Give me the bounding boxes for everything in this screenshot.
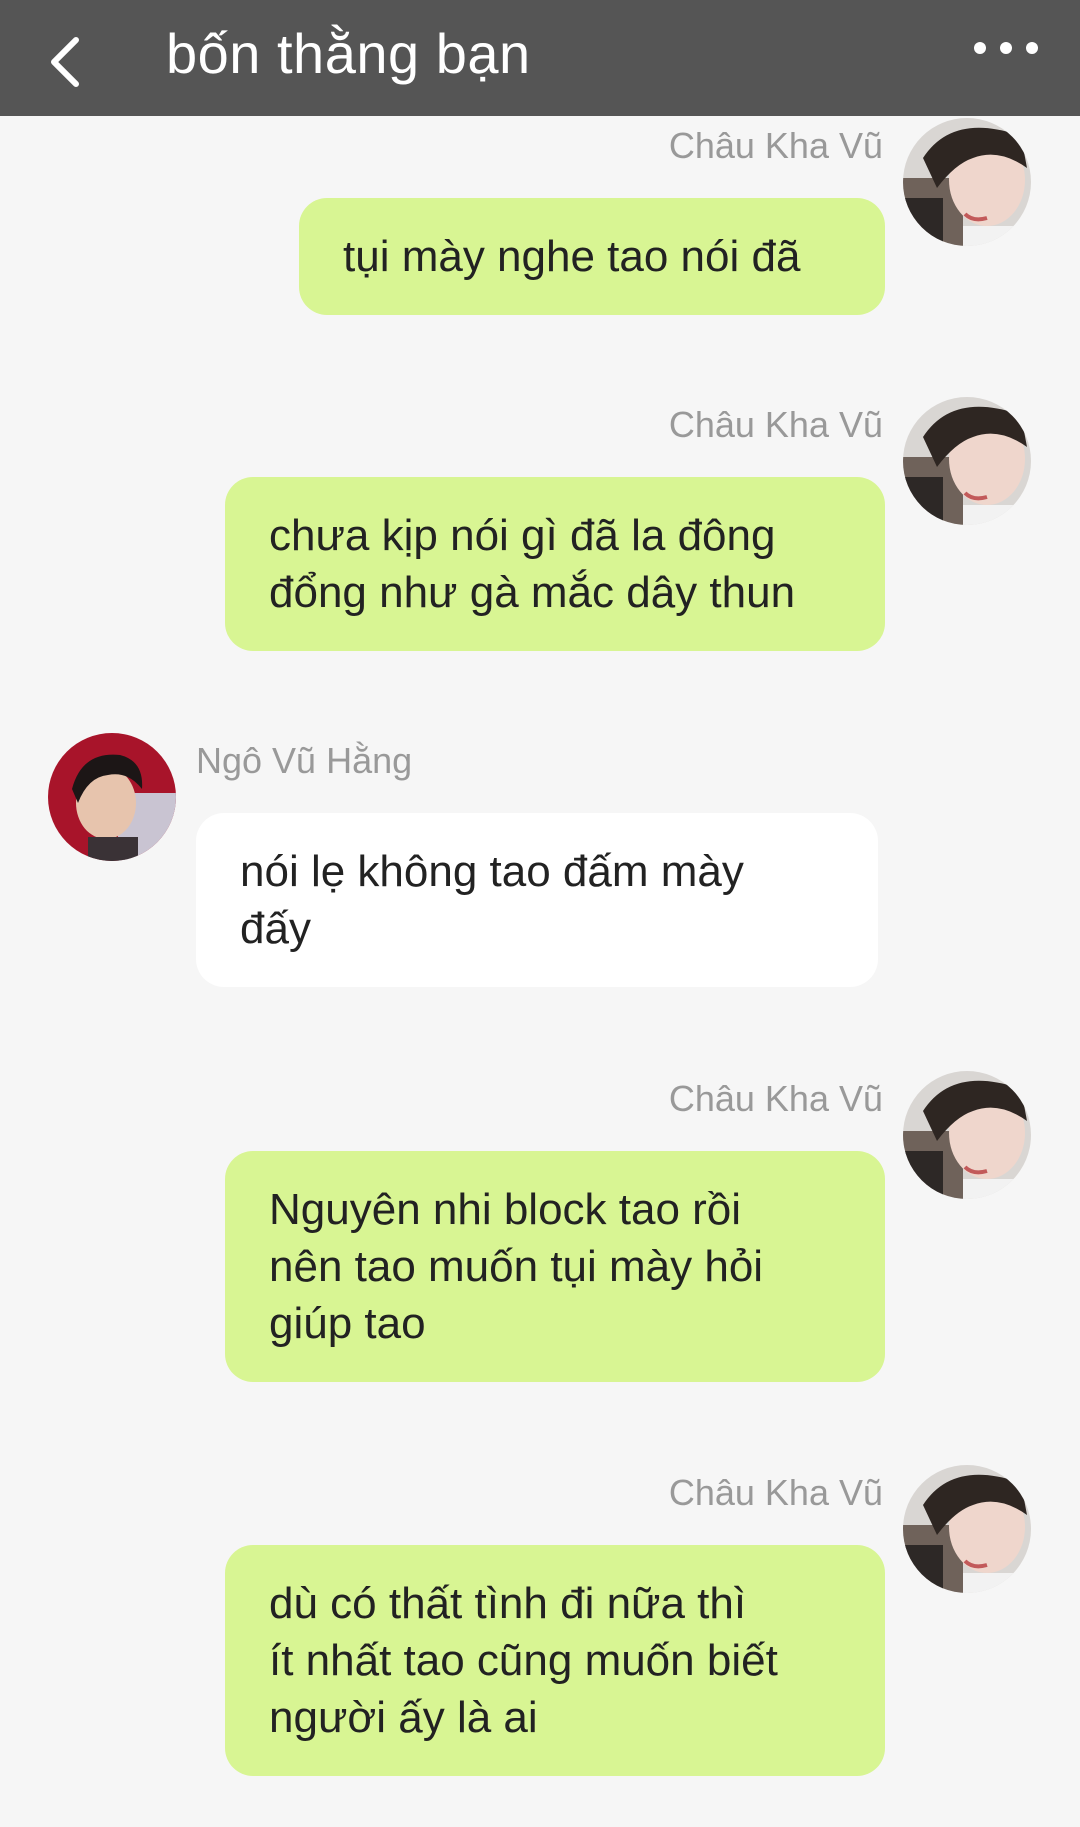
chevron-left-icon	[51, 37, 79, 87]
message-text-line: Nguyên nhi block tao rồi	[269, 1185, 742, 1234]
sender-name: Châu Kha Vũ	[668, 1078, 883, 1119]
message-text-line: tụi mày nghe tao nói đã	[343, 232, 801, 281]
avatar[interactable]	[48, 733, 176, 861]
avatar[interactable]	[903, 118, 1031, 246]
message-bubble[interactable]: nói lẹ không tao đấm mày đấy	[196, 813, 878, 987]
message-text-line: ít nhất tao cũng muốn biết	[269, 1636, 778, 1685]
sender-name: Châu Kha Vũ	[668, 1472, 883, 1513]
message-bubble[interactable]: Nguyên nhi block tao rồi nên tao muốn tụ…	[225, 1151, 885, 1382]
chat-header: bốn thằng bạn	[0, 0, 1080, 116]
message-text-line: đấy	[240, 904, 311, 953]
sender-name: Ngô Vũ Hằng	[196, 740, 413, 781]
message-text-line: người ấy là ai	[269, 1693, 538, 1742]
more-options-button[interactable]	[966, 28, 1046, 88]
avatar[interactable]	[903, 1071, 1031, 1199]
message-text-line: chưa kịp nói gì đã la đông	[269, 511, 776, 560]
message-text-line: nói lẹ không tao đấm mày	[240, 847, 744, 896]
message-list[interactable]: Châu Kha Vũ tụi mày nghe tao nói đã Châu…	[0, 116, 1080, 1827]
message-text-line: đổng như gà mắc dây thun	[269, 568, 796, 617]
more-dots-icon	[974, 42, 1038, 54]
chat-title: bốn thằng bạn	[166, 22, 531, 85]
back-button[interactable]	[38, 18, 108, 98]
avatar[interactable]	[903, 1465, 1031, 1593]
sender-name: Châu Kha Vũ	[668, 404, 883, 445]
message-text-line: dù có thất tình đi nữa thì	[269, 1579, 747, 1628]
message-bubble[interactable]: tụi mày nghe tao nói đã	[299, 198, 885, 315]
message-text-line: giúp tao	[269, 1299, 426, 1348]
message-bubble[interactable]: dù có thất tình đi nữa thì ít nhất tao c…	[225, 1545, 885, 1776]
sender-name: Châu Kha Vũ	[668, 125, 883, 166]
message-bubble[interactable]: chưa kịp nói gì đã la đông đổng như gà m…	[225, 477, 885, 651]
avatar[interactable]	[903, 397, 1031, 525]
message-text-line: nên tao muốn tụi mày hỏi	[269, 1242, 764, 1291]
